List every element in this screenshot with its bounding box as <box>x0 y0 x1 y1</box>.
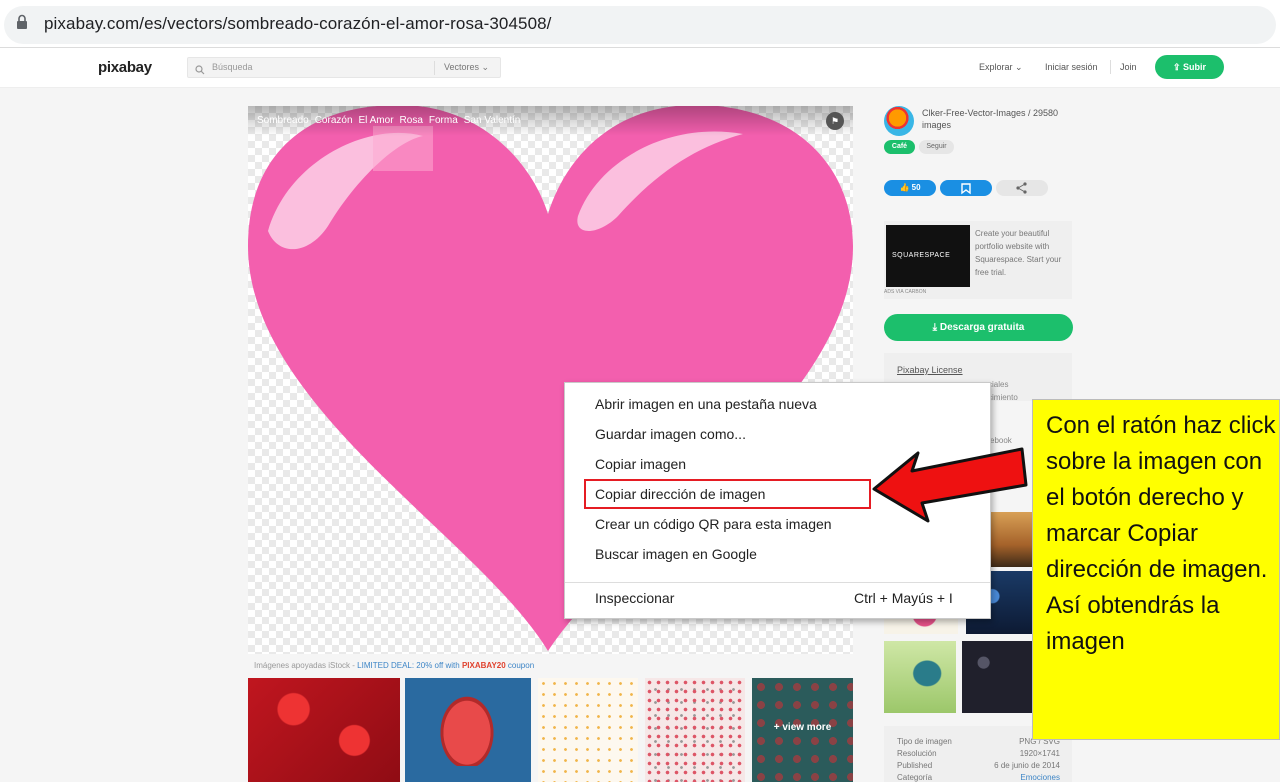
login-link[interactable]: Iniciar sesión <box>1045 62 1098 72</box>
ad-text[interactable]: Create your beautiful portfolio website … <box>975 227 1070 279</box>
sponsored-thumbnail[interactable] <box>405 678 531 782</box>
sponsored-thumbnail[interactable] <box>645 678 745 782</box>
upload-icon: ⇪ <box>1172 62 1181 72</box>
meta-label: Categoría <box>897 773 933 782</box>
ad-via[interactable]: ADS VIA CARBON <box>884 289 926 295</box>
meta-label: Published <box>897 761 933 770</box>
upload-button[interactable]: ⇪ Subir <box>1155 55 1224 79</box>
menu-item-search-google[interactable]: Buscar imagen en Google <box>595 546 757 562</box>
license-line: cimiento <box>988 393 1018 402</box>
tag-bar: Sombreado Corazón El Amor Rosa Forma San… <box>248 106 853 136</box>
tag-link[interactable]: Sombreado <box>257 115 309 126</box>
ebook-text: ebook <box>990 436 1012 445</box>
meta-value: 1920×1741 <box>1019 749 1060 758</box>
coffee-button[interactable]: Café <box>884 140 915 154</box>
sponsor-deal[interactable]: LIMITED DEAL: 20% off with <box>357 661 462 670</box>
menu-item-qr-code[interactable]: Crear un código QR para esta imagen <box>595 516 832 532</box>
tag-link[interactable]: El Amor <box>359 115 394 126</box>
explore-label: Explorar <box>979 62 1013 72</box>
menu-item-save-image[interactable]: Guardar imagen como... <box>595 426 746 442</box>
sponsored-thumbnail[interactable] <box>538 678 638 782</box>
share-icon <box>1016 182 1027 194</box>
free-download-button[interactable]: ⤓ Descarga gratuita <box>884 314 1073 341</box>
carbon-ad[interactable]: SQUARESPACE Create your beautiful portfo… <box>884 221 1072 299</box>
lock-icon[interactable] <box>16 14 28 35</box>
menu-item-copy-image[interactable]: Copiar imagen <box>595 456 686 472</box>
view-more-button[interactable]: + view more <box>752 678 853 782</box>
browser-address-bar: pixabay.com/es/vectors/sombreado-corazón… <box>0 0 1280 48</box>
url-text[interactable]: pixabay.com/es/vectors/sombreado-corazón… <box>44 14 552 34</box>
download-icon: ⤓ <box>932 322 938 333</box>
tag-list: Sombreado Corazón El Amor Rosa Forma San… <box>257 115 520 126</box>
search-input[interactable]: Búsqueda <box>212 62 253 72</box>
squarespace-logo: SQUARESPACE <box>892 252 951 259</box>
pixabay-logo[interactable]: pixabay <box>98 59 152 76</box>
chevron-down-icon: ⌄ <box>1015 62 1023 72</box>
menu-item-open-new-tab[interactable]: Abrir imagen en una pestaña nueva <box>595 396 817 412</box>
tag-link[interactable]: Rosa <box>400 115 423 126</box>
join-link[interactable]: Join <box>1120 62 1137 72</box>
nav-divider <box>1110 60 1111 74</box>
menu-divider <box>565 582 990 583</box>
search-type-dropdown[interactable]: Vectores ⌄ <box>444 62 489 73</box>
related-image[interactable] <box>884 641 956 713</box>
search-bar[interactable]: Búsqueda Vectores ⌄ <box>187 57 501 78</box>
search-type-label: Vectores <box>444 62 480 72</box>
share-button[interactable] <box>996 180 1048 196</box>
avatar[interactable] <box>884 106 914 136</box>
ad-image[interactable]: SQUARESPACE <box>886 225 970 287</box>
search-icon <box>195 62 205 80</box>
highlight-box <box>584 479 871 509</box>
meta-value-link[interactable]: Emociones <box>974 773 1060 782</box>
download-label: Descarga gratuita <box>939 322 1025 333</box>
anatomical-heart <box>437 692 497 766</box>
instruction-text: Con el ratón haz click sobre la imagen c… <box>1046 412 1276 655</box>
like-button[interactable]: 👍 50 <box>884 180 936 196</box>
sponsored-thumbnail[interactable]: + view more <box>752 678 853 782</box>
screen: { "browser": { "url": "pixabay.com/es/ve… <box>0 0 1280 782</box>
thumbs-up-icon: 👍 <box>899 183 910 192</box>
tag-link[interactable]: San Valentín <box>464 115 521 126</box>
red-arrow <box>872 447 1028 523</box>
site-header: pixabay Búsqueda Vectores ⌄ Explorar ⌄ I… <box>0 48 1280 88</box>
sponsor-prefix: Imágenes apoyadas iStock - <box>254 661 358 670</box>
bookmark-icon <box>961 183 971 195</box>
like-count: 50 <box>911 183 921 192</box>
upload-label: Subir <box>1183 62 1207 72</box>
sponsor-code[interactable]: PIXABAY20 <box>462 661 506 670</box>
flag-icon[interactable]: ⚑ <box>826 112 844 130</box>
related-image[interactable] <box>962 641 1034 713</box>
chevron-down-icon: ⌄ <box>481 62 490 72</box>
search-divider <box>434 61 435 75</box>
license-line: ciales <box>988 380 1009 389</box>
author-name[interactable]: Clker-Free-Vector-Images / 29580 images <box>922 107 1072 131</box>
instruction-note: Con el ratón haz click sobre la imagen c… <box>1032 399 1280 740</box>
menu-item-inspect[interactable]: Inspeccionar <box>595 590 674 606</box>
meta-label: Resolución <box>897 749 937 758</box>
inspect-shortcut: Ctrl + Mayús + I <box>854 590 953 606</box>
tag-link[interactable]: Forma <box>429 115 458 126</box>
sponsored-thumbnail[interactable] <box>248 678 400 782</box>
meta-value: 6 de junio de 2014 <box>994 761 1060 770</box>
bookmark-button[interactable] <box>940 180 992 196</box>
explore-menu[interactable]: Explorar ⌄ <box>979 62 1023 73</box>
meta-label: Tipo de imagen <box>897 737 952 746</box>
tag-link[interactable]: Corazón <box>315 115 353 126</box>
follow-button[interactable]: Seguir <box>919 140 954 154</box>
license-link[interactable]: Pixabay License <box>897 365 963 375</box>
sponsor-line: Imágenes apoyadas iStock - LIMITED DEAL:… <box>254 661 534 670</box>
sponsor-suffix[interactable]: coupon <box>506 661 534 670</box>
